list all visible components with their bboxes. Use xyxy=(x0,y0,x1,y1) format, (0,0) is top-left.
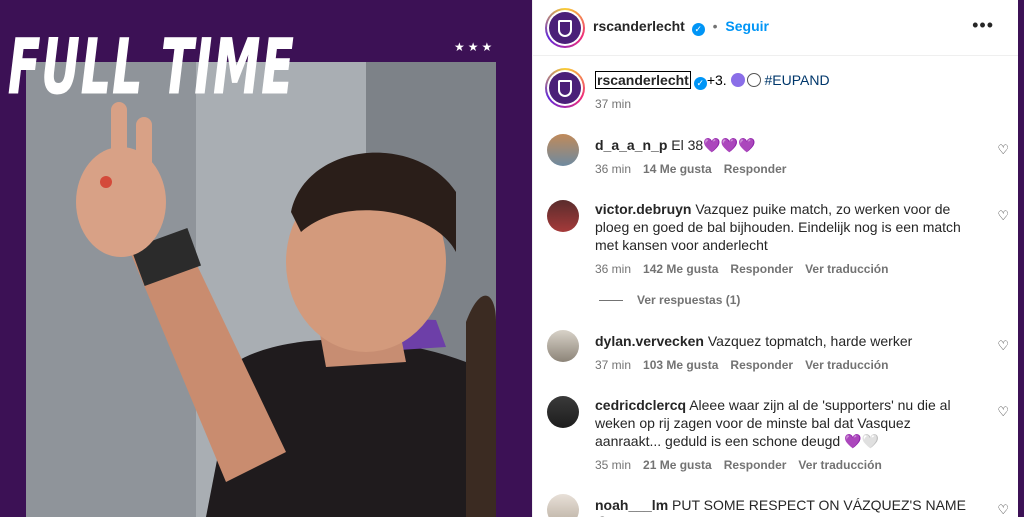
translate-button[interactable]: Ver traducción xyxy=(798,458,881,472)
white-circle-emoji xyxy=(746,73,761,87)
media-title: FULL TIME xyxy=(8,22,295,112)
reply-button[interactable]: Responder xyxy=(730,358,793,372)
rating-stars: ★★★ xyxy=(454,40,496,54)
club-crest-icon xyxy=(558,79,572,97)
heart-emoji: 💜🤍 xyxy=(844,433,879,449)
post-media[interactable]: FULL TIME ★★★ xyxy=(0,0,532,517)
translate-button[interactable]: Ver traducción xyxy=(805,358,888,372)
header-separator: • xyxy=(712,18,718,34)
view-replies-button[interactable]: Ver respuestas (1) xyxy=(599,293,740,307)
header-avatar[interactable] xyxy=(545,8,585,48)
comment-username[interactable]: victor.debruyn xyxy=(595,201,691,217)
comment-username[interactable]: noah___lm xyxy=(595,497,668,513)
comment-item: d_a_a_n_p El 38💜💜💜 36 min 14 Me gusta Re… xyxy=(547,134,1009,176)
post-photo xyxy=(26,62,496,517)
follow-button[interactable]: Seguir xyxy=(725,18,769,34)
backdrop-edge xyxy=(1018,0,1024,517)
commenter-avatar[interactable] xyxy=(547,134,579,166)
club-crest-icon xyxy=(558,19,572,37)
comment-time: 37 min xyxy=(595,358,632,372)
heart-outline-icon[interactable]: ♡ xyxy=(997,208,1009,224)
comment-time: 36 min xyxy=(595,262,632,276)
caption-body: +3. xyxy=(706,72,731,88)
commenter-avatar[interactable] xyxy=(547,200,579,232)
hashtag-link[interactable]: #EUPAND xyxy=(764,72,829,88)
heart-outline-icon[interactable]: ♡ xyxy=(997,502,1009,517)
comment-item: dylan.vervecken Vazquez topmatch, harde … xyxy=(547,330,1009,372)
replies-divider xyxy=(599,299,623,301)
player-illustration xyxy=(26,62,496,517)
comment-text: PUT SOME RESPECT ON VÁZQUEZ'S NAME xyxy=(672,497,966,513)
comment-time: 36 min xyxy=(595,162,632,176)
comment-text: Vazquez topmatch, harde werker xyxy=(707,333,913,349)
comment-likes[interactable]: 103 Me gusta xyxy=(643,358,718,372)
comment-time: 35 min xyxy=(595,458,632,472)
caption-username[interactable]: rscanderlecht xyxy=(595,71,691,89)
verified-badge-icon: ✓ xyxy=(691,23,705,36)
caption-text: rscanderlecht ✓ +3. #EUPAND xyxy=(595,71,830,90)
comment-likes[interactable]: 21 Me gusta xyxy=(643,458,712,472)
commenter-avatar[interactable] xyxy=(547,494,579,517)
comment-username[interactable]: d_a_a_n_p xyxy=(595,137,667,153)
heart-outline-icon[interactable]: ♡ xyxy=(997,404,1009,420)
comment-item: noah___lm PUT SOME RESPECT ON VÁZQUEZ'S … xyxy=(547,494,1009,517)
header-username[interactable]: rscanderlecht xyxy=(593,18,685,34)
comment-username[interactable]: cedricdclercq xyxy=(595,397,686,413)
reply-button[interactable]: Responder xyxy=(724,458,787,472)
comment-item: cedricdclercq Aleee waar zijn al de 'sup… xyxy=(547,396,1009,472)
verified-badge-icon: ✓ xyxy=(693,77,707,90)
comment-likes[interactable]: 14 Me gusta xyxy=(643,162,712,176)
heart-outline-icon[interactable]: ♡ xyxy=(997,142,1009,158)
purple-heart-emoji: 💜💜💜 xyxy=(703,137,756,153)
comment-text: El 38 xyxy=(671,137,704,153)
caption-avatar[interactable] xyxy=(545,68,585,108)
comment-item: victor.debruyn Vazquez puike match, zo w… xyxy=(547,200,1009,276)
commenter-avatar[interactable] xyxy=(547,330,579,362)
post-header: rscanderlecht ✓ • Seguir ••• xyxy=(533,0,1018,56)
comment-username[interactable]: dylan.vervecken xyxy=(595,333,704,349)
caption-time: 37 min xyxy=(595,97,632,111)
comment-likes[interactable]: 142 Me gusta xyxy=(643,262,718,276)
comments-pane: rscanderlecht ✓ • Seguir ••• rscanderlec… xyxy=(532,0,1018,517)
commenter-avatar[interactable] xyxy=(547,396,579,428)
more-options-icon[interactable]: ••• xyxy=(972,16,994,34)
reply-button[interactable]: Responder xyxy=(724,162,787,176)
purple-circle-emoji xyxy=(730,73,745,87)
heart-outline-icon[interactable]: ♡ xyxy=(997,338,1009,354)
translate-button[interactable]: Ver traducción xyxy=(805,262,888,276)
reply-button[interactable]: Responder xyxy=(730,262,793,276)
view-replies-label: Ver respuestas (1) xyxy=(637,293,741,307)
